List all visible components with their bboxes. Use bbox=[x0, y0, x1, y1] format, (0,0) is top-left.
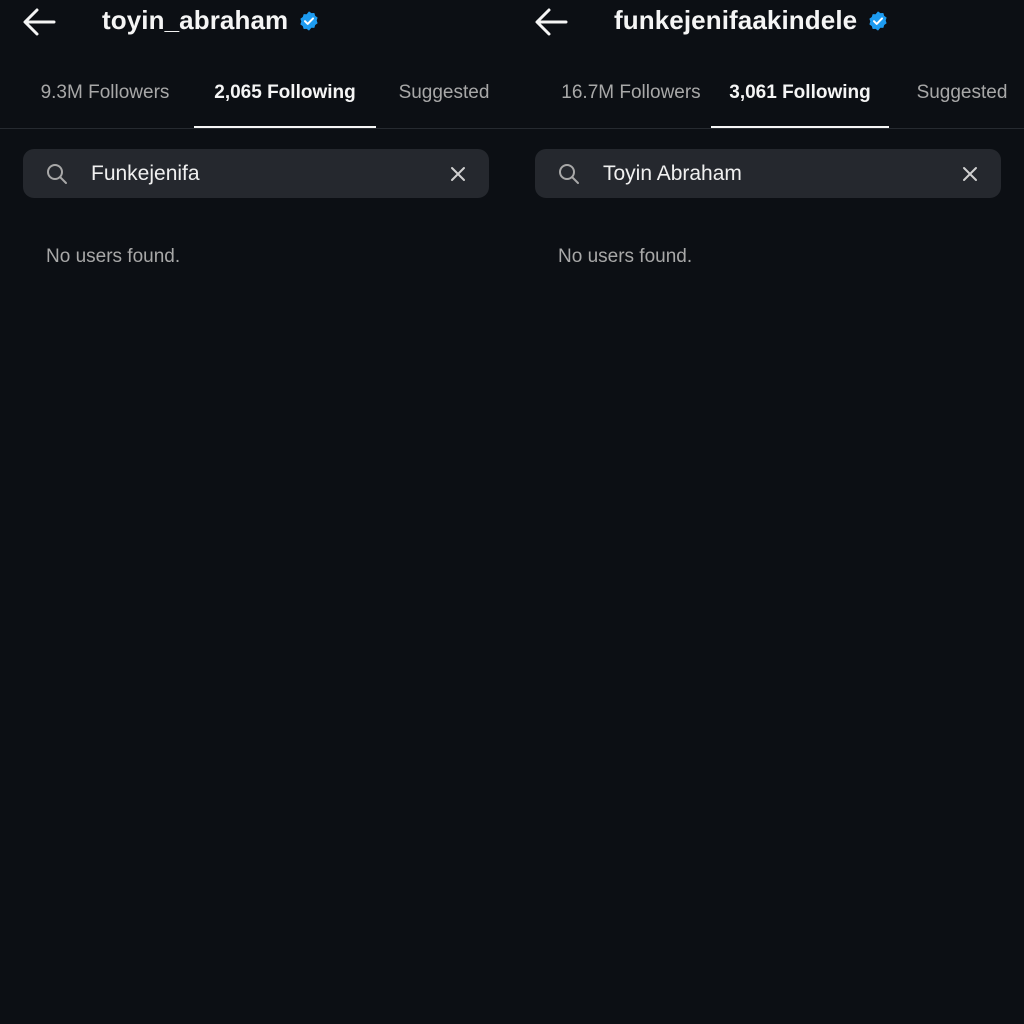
header: funkejenifaakindele bbox=[512, 0, 1024, 44]
tab-bar: 9.3M Followers 2,065 Following Suggested bbox=[0, 66, 512, 128]
tab-suggested[interactable]: Suggested bbox=[900, 66, 1024, 126]
search-bar bbox=[23, 149, 489, 198]
search-input[interactable] bbox=[91, 149, 431, 198]
header: toyin_abraham bbox=[0, 0, 512, 44]
tab-bar: 16.7M Followers 3,061 Following Suggeste… bbox=[512, 66, 1024, 128]
tab-label: 9.3M Followers bbox=[40, 82, 170, 103]
tab-following[interactable]: 3,061 Following bbox=[711, 66, 889, 128]
search-icon bbox=[557, 162, 581, 186]
tab-label: 16.7M Followers bbox=[561, 82, 701, 103]
screenshot: toyin_abraham 9.3M Followers 2,065 Follo… bbox=[0, 0, 1024, 1024]
back-arrow-icon[interactable] bbox=[20, 4, 60, 40]
search-bar bbox=[535, 149, 1001, 198]
back-arrow-icon[interactable] bbox=[532, 4, 572, 40]
search-icon bbox=[45, 162, 69, 186]
empty-state-message: No users found. bbox=[558, 246, 693, 267]
profile-panel-left: toyin_abraham 9.3M Followers 2,065 Follo… bbox=[0, 0, 512, 1024]
tab-label: 2,065 Following bbox=[214, 82, 356, 103]
tab-suggested[interactable]: Suggested bbox=[384, 66, 504, 126]
tab-label: 3,061 Following bbox=[729, 82, 871, 103]
close-icon[interactable] bbox=[959, 163, 981, 185]
tab-followers[interactable]: 9.3M Followers bbox=[24, 66, 186, 126]
close-icon[interactable] bbox=[447, 163, 469, 185]
tab-divider bbox=[0, 128, 512, 129]
tab-following[interactable]: 2,065 Following bbox=[194, 66, 376, 128]
tab-label: Suggested bbox=[398, 82, 490, 103]
tab-divider bbox=[512, 128, 1024, 129]
username-title: funkejenifaakindele bbox=[614, 0, 889, 40]
verified-badge-icon bbox=[298, 10, 320, 32]
tab-label: Suggested bbox=[916, 82, 1008, 103]
empty-state-message: No users found. bbox=[46, 246, 181, 267]
tab-followers[interactable]: 16.7M Followers bbox=[536, 66, 726, 126]
username: funkejenifaakindele bbox=[614, 4, 858, 35]
username: toyin_abraham bbox=[102, 4, 289, 35]
search-input[interactable] bbox=[603, 149, 943, 198]
verified-badge-icon bbox=[867, 10, 889, 32]
username-title: toyin_abraham bbox=[102, 0, 320, 40]
profile-panel-right: funkejenifaakindele 16.7M Followers 3,06… bbox=[512, 0, 1024, 1024]
